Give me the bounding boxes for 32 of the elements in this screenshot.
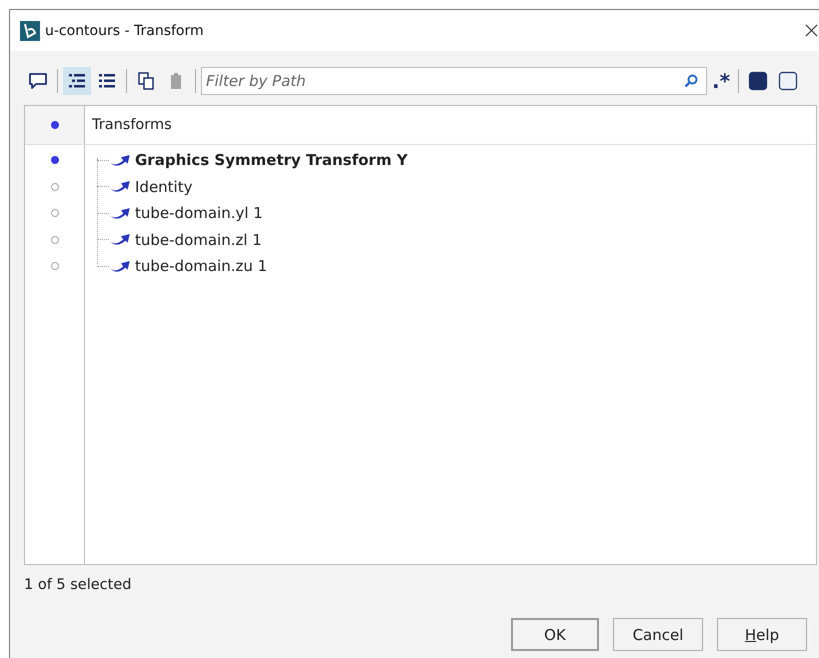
transform-arrow-icon xyxy=(109,260,131,273)
transform-arrow-icon xyxy=(109,154,131,167)
column-header[interactable]: Transforms xyxy=(92,117,172,133)
selection-radio[interactable] xyxy=(50,182,58,191)
selection-radio[interactable] xyxy=(50,262,58,270)
tree-tool-button[interactable] xyxy=(63,67,91,95)
dialog-button[interactable]: OK xyxy=(511,618,599,651)
app-logo-icon xyxy=(20,20,40,40)
search-icon xyxy=(683,73,699,89)
tree-item[interactable]: Identity xyxy=(135,178,192,196)
dialog-button[interactable]: Help xyxy=(717,618,807,651)
close-icon[interactable] xyxy=(804,23,819,38)
regex-toggle[interactable]: .* xyxy=(709,69,734,93)
empty-square-icon xyxy=(778,71,798,91)
dialog-button[interactable]: Cancel xyxy=(613,618,703,651)
tree-item[interactable]: tube-domain.zl 1 xyxy=(135,230,262,249)
speech-bubble-icon xyxy=(28,71,48,91)
tree-item[interactable]: tube-domain.yl 1 xyxy=(135,204,263,222)
window-title: u-contours - Transform xyxy=(45,22,205,38)
copy-icon xyxy=(136,71,156,91)
selection-status: 1 of 5 selected xyxy=(24,577,132,593)
transform-arrow-icon xyxy=(109,206,131,220)
transform-arrow-icon xyxy=(109,233,131,246)
selection-radio[interactable] xyxy=(50,236,58,244)
filled-square-icon xyxy=(748,71,768,91)
selection-radio[interactable] xyxy=(50,209,58,218)
transform-arrow-icon xyxy=(109,180,131,194)
selection-dot-icon xyxy=(50,121,58,129)
tree-item[interactable]: tube-domain.zu 1 xyxy=(135,257,268,276)
tree-item[interactable]: Graphics Symmetry Transform Y xyxy=(135,151,408,170)
filter-field[interactable]: Filter by Path xyxy=(201,67,707,95)
selection-radio[interactable] xyxy=(50,156,58,164)
